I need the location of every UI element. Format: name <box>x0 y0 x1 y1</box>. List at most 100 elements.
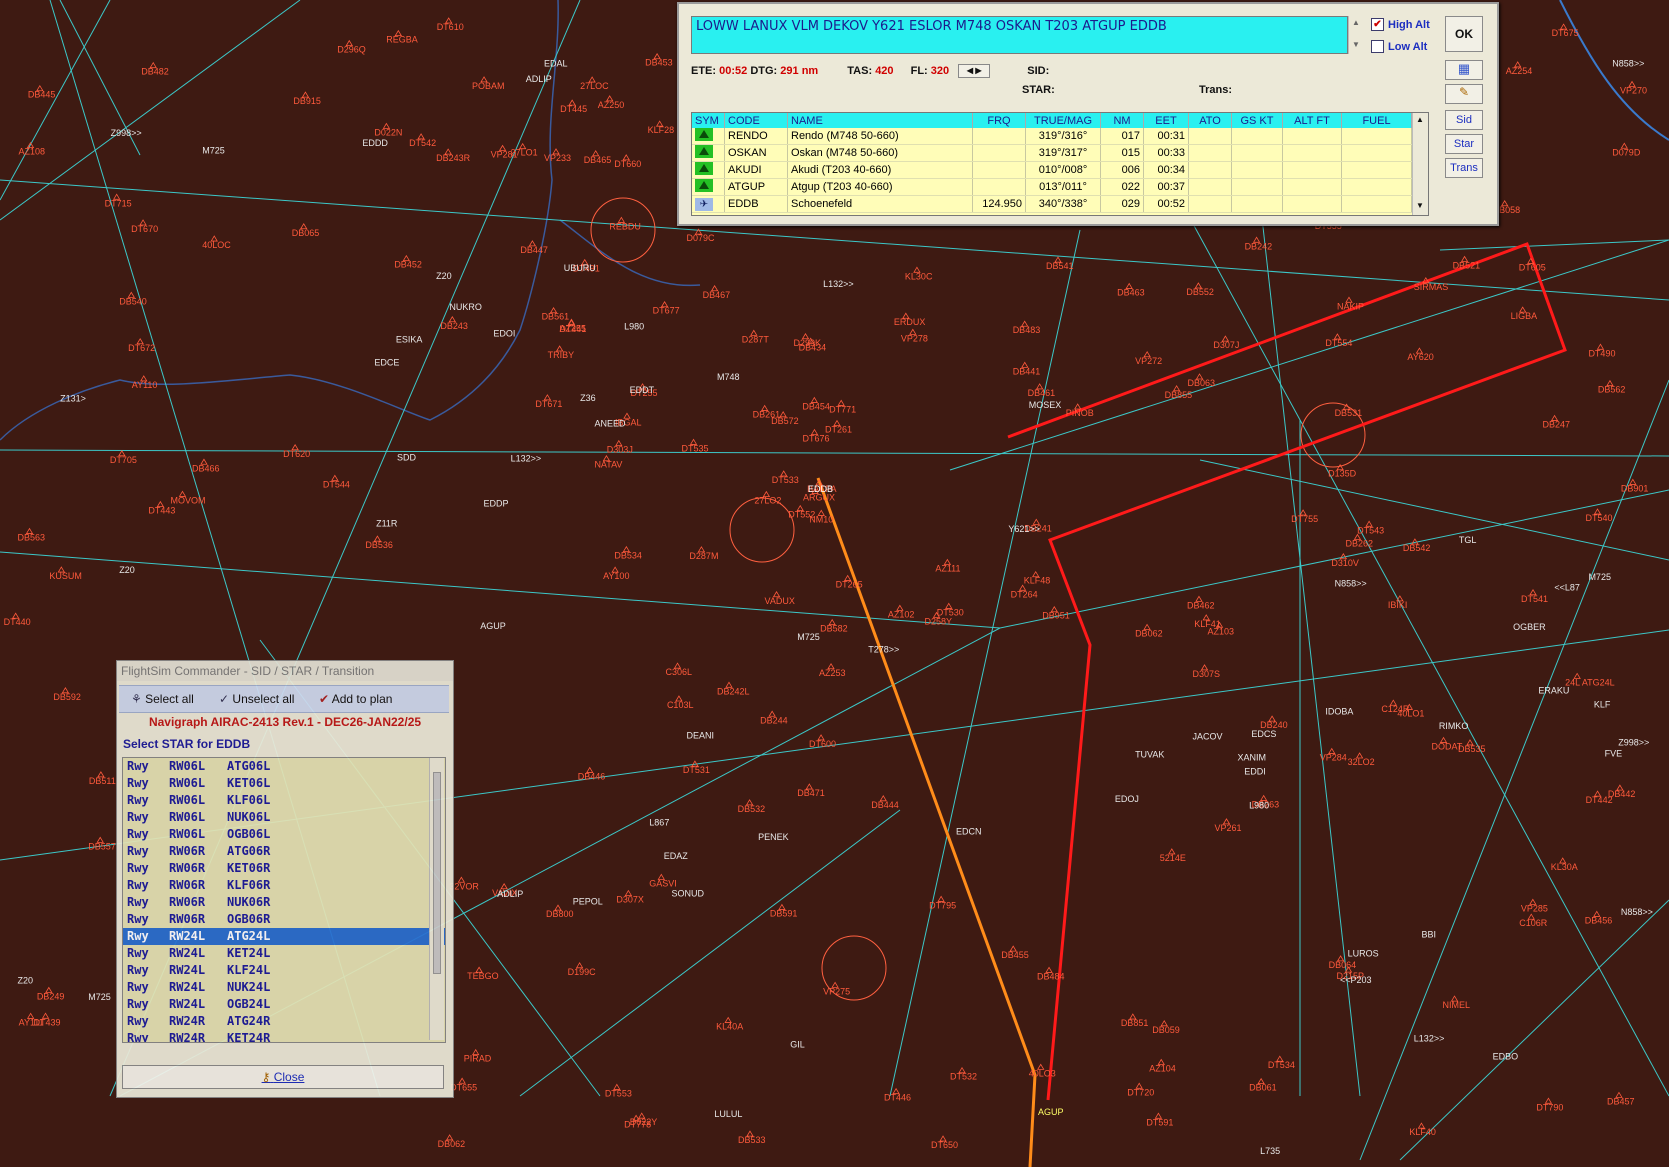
fix-label[interactable]: DB482 <box>141 67 169 77</box>
fix-label[interactable]: DT534 <box>1268 1060 1295 1070</box>
route-string-field[interactable]: LOWW LANUX VLM DEKOV Y621 ESLOR M748 OSK… <box>691 16 1348 54</box>
fix-label[interactable]: C306L <box>666 667 693 677</box>
fix-label[interactable]: DT778 <box>624 1119 651 1129</box>
scroll-down-icon[interactable]: ▼ <box>1416 201 1424 210</box>
route-fix-label[interactable]: AGUP <box>1038 1107 1064 1117</box>
fix-label[interactable]: POBAM <box>472 81 505 91</box>
fix-label[interactable]: DT445 <box>560 104 587 114</box>
navaid-label[interactable]: MOSEX <box>1029 400 1062 410</box>
fix-label[interactable]: DB951 <box>1042 611 1070 621</box>
fix-label[interactable]: AY620 <box>1407 352 1433 362</box>
navaid-label[interactable]: BBI <box>1421 930 1436 940</box>
fix-label[interactable]: DT533 <box>772 475 799 485</box>
fix-label[interactable]: DB562 <box>1598 385 1626 395</box>
fix-label[interactable]: D303J <box>607 445 633 455</box>
star-list-item[interactable]: Rwy RW06R KLF06R <box>123 877 445 894</box>
navaid-label[interactable]: EDAL <box>544 58 568 68</box>
trans-button[interactable]: Trans <box>1445 158 1483 178</box>
fix-label[interactable]: DT655 <box>450 1082 477 1092</box>
star-list-item[interactable]: Rwy RW24L NUK24L <box>123 979 445 996</box>
fix-label[interactable]: DB534 <box>614 551 642 561</box>
navaid-label[interactable]: EDCE <box>374 357 399 367</box>
fix-label[interactable]: DB441 <box>1013 366 1041 376</box>
navaid-label[interactable]: GIL <box>790 1039 805 1049</box>
star-list-item[interactable]: Rwy RW24R KET24R <box>123 1030 445 1042</box>
fix-label[interactable]: D135D <box>1328 469 1357 479</box>
fix-label[interactable]: C103L <box>667 700 694 710</box>
navaid-label[interactable]: EDDI <box>1244 766 1266 776</box>
star-list-item[interactable]: Rwy RW06R OGB06R <box>123 911 445 928</box>
fix-label[interactable]: D307J <box>1213 340 1239 350</box>
fix-label[interactable]: DT720 <box>1127 1087 1154 1097</box>
table-row[interactable]: OSKAN Oskan (M748 50-660) 319°/317° 015 00:3… <box>692 144 1412 162</box>
fix-label[interactable]: IBIKI <box>1388 600 1408 610</box>
fix-label[interactable]: DB463 <box>1117 288 1145 298</box>
fix-label[interactable]: TEBGO <box>467 971 499 981</box>
fix-label[interactable]: D307S <box>1193 669 1221 679</box>
window-title[interactable]: FlightSim Commander - SID / STAR / Trans… <box>117 661 453 681</box>
fix-label[interactable]: DB542 <box>1403 543 1431 553</box>
fix-label[interactable]: D310V <box>1331 558 1359 568</box>
table-scrollbar[interactable]: ▲ ▼ <box>1412 113 1428 215</box>
fix-label[interactable]: DB243R <box>436 153 471 163</box>
fix-label[interactable]: DT591 <box>1146 1117 1173 1127</box>
fix-label[interactable]: DB592 <box>53 692 81 702</box>
high-alt-checkbox[interactable]: ✔ High Alt <box>1371 18 1430 31</box>
navaid-label[interactable]: N858>> <box>1335 578 1367 588</box>
fix-label[interactable]: DB062 <box>1135 628 1163 638</box>
low-alt-checkbox[interactable]: Low Alt <box>1371 40 1427 53</box>
navaid-label[interactable]: M725 <box>88 992 111 1002</box>
fix-label[interactable]: DB572 <box>771 416 799 426</box>
fix-label[interactable]: DB244 <box>760 715 788 725</box>
fix-label[interactable]: DB452 <box>394 260 422 270</box>
navaid-label[interactable]: SONUD <box>671 889 704 899</box>
navaid-label[interactable]: FVE <box>1605 748 1623 758</box>
close-button[interactable]: ⚷ Close <box>122 1065 444 1089</box>
fix-label[interactable]: DB855 <box>1165 390 1193 400</box>
col-nm[interactable]: NM <box>1100 113 1144 128</box>
fix-label[interactable]: DB901 <box>1621 483 1649 493</box>
navaid-label[interactable]: EDDP <box>483 499 508 509</box>
fix-label[interactable]: 27LO1 <box>511 148 538 158</box>
fix-label[interactable]: DB063 <box>1188 378 1216 388</box>
fix-label[interactable]: DT771 <box>829 404 856 414</box>
star-list-item[interactable]: Rwy RW06R KET06R <box>123 860 445 877</box>
table-row[interactable]: AKUDI Akudi (T203 40-660) 010°/008° 006 00:3… <box>692 161 1412 179</box>
navaid-label[interactable]: UBURU <box>564 263 596 273</box>
navaid-label[interactable]: L132>> <box>823 279 854 289</box>
fix-label[interactable]: AY100 <box>603 571 629 581</box>
select-all-button[interactable]: ⚘ Select all <box>131 692 194 706</box>
fix-label[interactable]: DB521 <box>1453 260 1481 270</box>
fix-label[interactable]: DT605 <box>1519 262 1546 272</box>
col-gs[interactable]: GS KT <box>1231 113 1283 128</box>
fix-label[interactable]: DB466 <box>192 463 220 473</box>
fix-label[interactable]: DB434 <box>799 342 827 352</box>
fix-label[interactable]: 27LO2 <box>754 496 781 506</box>
fix-label[interactable]: DT620 <box>283 449 310 459</box>
navaid-label[interactable]: L735 <box>1260 1146 1280 1156</box>
fix-label[interactable]: DB461 <box>1028 388 1056 398</box>
fix-label[interactable]: VP285 <box>1521 903 1548 913</box>
fix-label[interactable]: ERDUX <box>894 317 926 327</box>
fix-label[interactable]: PIRAD <box>464 1054 492 1064</box>
navaid-label[interactable]: EDDD <box>362 138 388 148</box>
fix-label[interactable]: DB061 <box>1249 1083 1277 1093</box>
fix-label[interactable]: D296Q <box>337 45 366 55</box>
fix-label[interactable]: D079D <box>1612 147 1641 157</box>
fix-label[interactable]: AZ111 <box>935 564 960 574</box>
fix-label[interactable]: DT670 <box>131 224 158 234</box>
navaid-label[interactable]: EDOJ <box>1115 794 1139 804</box>
navaid-label[interactable]: PEPOL <box>573 897 603 907</box>
fix-label[interactable]: DT543 <box>1357 525 1384 535</box>
fix-label[interactable]: KLF40 <box>1409 1127 1436 1137</box>
fix-label[interactable]: AZ108 <box>18 147 45 157</box>
fix-label[interactable]: DB467 <box>703 290 731 300</box>
star-list-item[interactable]: Rwy RW06L KLF06L <box>123 792 445 809</box>
fix-label[interactable]: DB563 <box>17 533 45 543</box>
navaid-label[interactable]: EDBO <box>1493 1051 1519 1061</box>
print-button[interactable]: ▦ <box>1445 60 1483 80</box>
fix-label[interactable]: AZ250 <box>598 100 625 110</box>
col-alt[interactable]: ALT FT <box>1282 113 1342 128</box>
fl-stepper[interactable]: ◀ ▶ <box>958 64 991 78</box>
star-list-item[interactable]: Rwy RW24L ATG24L <box>123 928 445 945</box>
